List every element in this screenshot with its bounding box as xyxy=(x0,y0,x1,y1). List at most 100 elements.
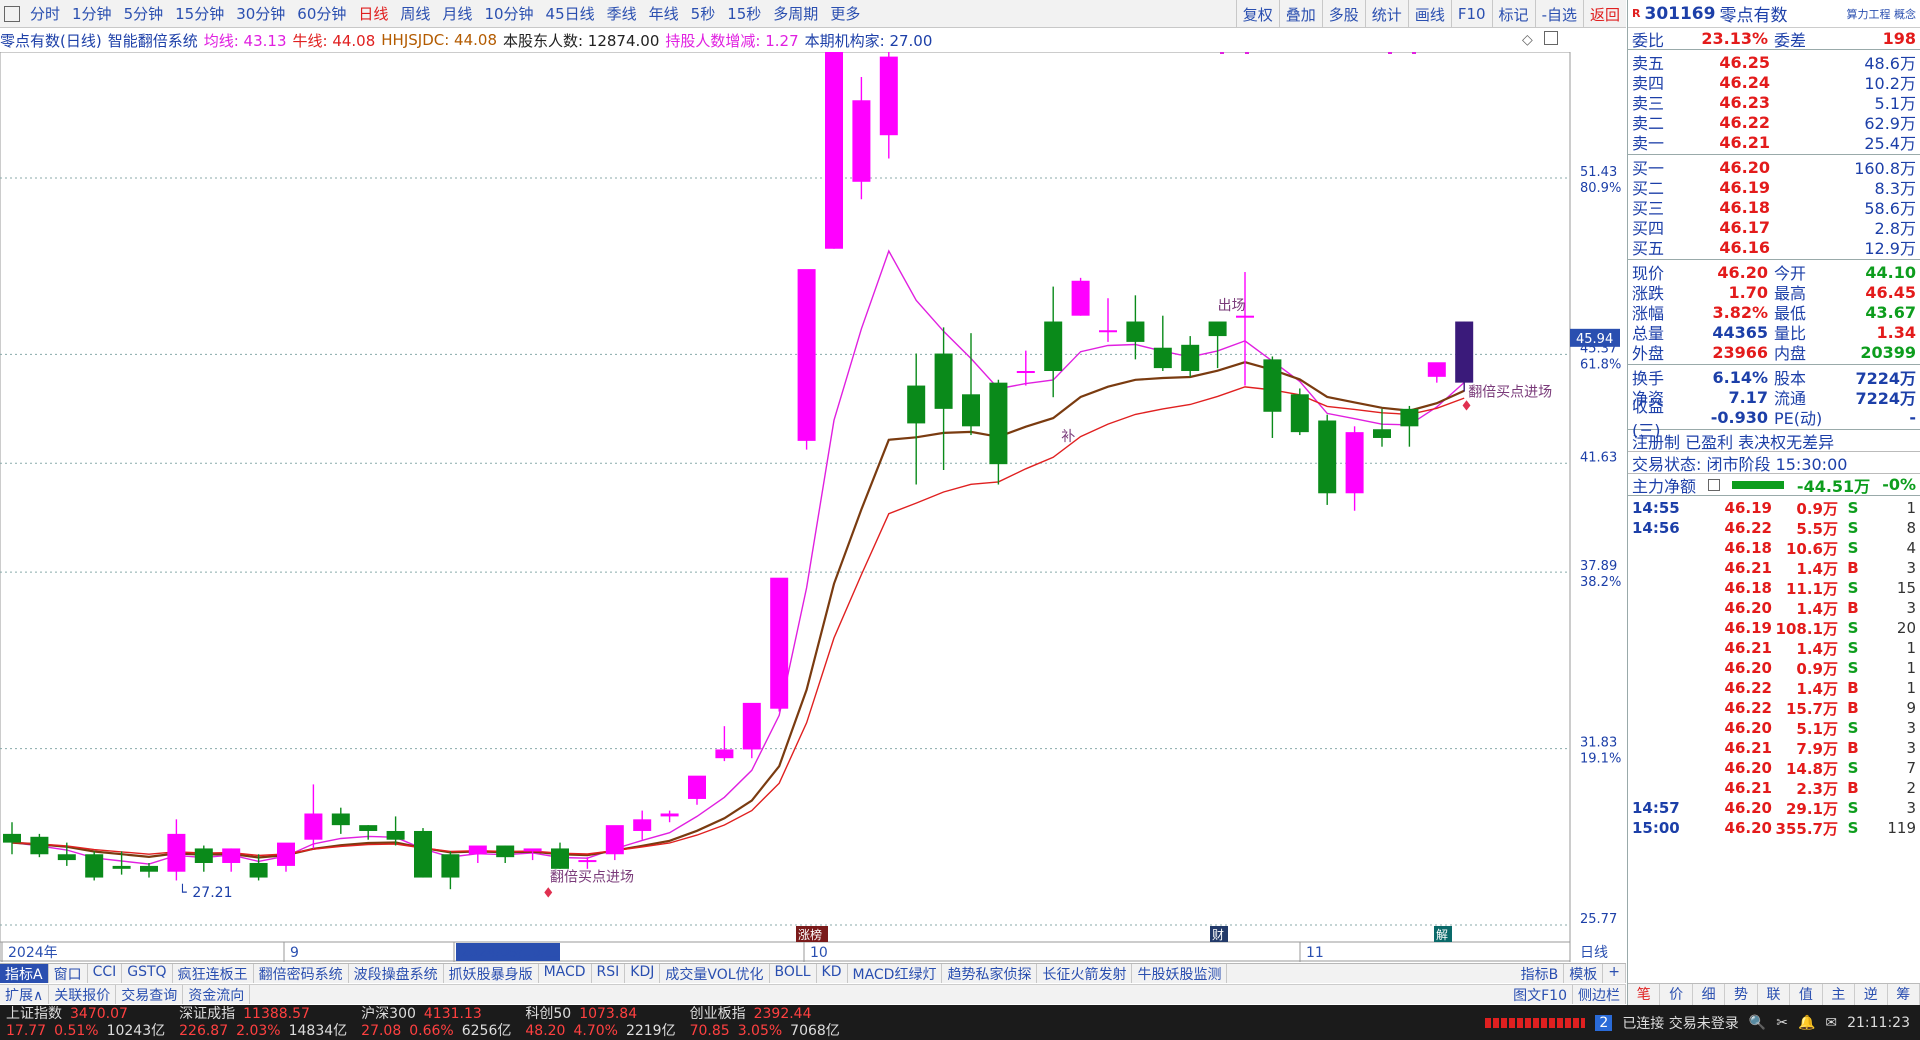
candle-body[interactable] xyxy=(934,353,953,409)
candle-body[interactable] xyxy=(414,830,432,878)
candle-body[interactable] xyxy=(194,848,213,863)
candle-body[interactable] xyxy=(30,836,49,855)
indicator-tab-3[interactable]: GSTQ xyxy=(122,964,173,983)
candle-body[interactable] xyxy=(1400,408,1419,427)
candle-body[interactable] xyxy=(605,825,624,855)
legend-stock[interactable]: 零点有数(日线) xyxy=(0,30,102,51)
period-tab-16[interactable]: 更多 xyxy=(824,3,866,24)
indicator-tab-4[interactable]: 疯狂连板王 xyxy=(173,964,254,983)
candle-body[interactable] xyxy=(962,394,980,427)
market-heat-icon[interactable] xyxy=(1485,1017,1586,1028)
candle-body[interactable] xyxy=(277,842,295,866)
candle-body[interactable] xyxy=(660,813,679,817)
toolbar-btn-0[interactable]: 复权 xyxy=(1235,0,1279,27)
legend-system[interactable]: 智能翻倍系统 xyxy=(108,30,198,51)
buys-row-1[interactable]: 买二 46.19 8.3万 xyxy=(1628,177,1920,199)
candle-body[interactable] xyxy=(57,854,76,861)
return-button[interactable]: 返回 xyxy=(1582,0,1626,27)
candle-body[interactable] xyxy=(907,385,926,424)
quote-tab-1[interactable]: 价 xyxy=(1660,984,1693,1005)
toolbar-btn-3[interactable]: 统计 xyxy=(1364,0,1408,27)
candle-body[interactable] xyxy=(1016,371,1035,374)
ext-tab-right-0[interactable]: 图文F10 xyxy=(1508,985,1573,1004)
candle-body[interactable] xyxy=(1181,344,1200,372)
candle-body[interactable] xyxy=(852,100,871,182)
panel-toggle-icon[interactable] xyxy=(1544,31,1558,45)
candle-body[interactable] xyxy=(1455,321,1474,383)
candle-body[interactable] xyxy=(1126,321,1145,342)
indicator-tab-9[interactable]: RSI xyxy=(592,964,626,983)
candle-body[interactable] xyxy=(496,845,515,858)
index-3[interactable]: 科创50 1073.84 48.20 4.70% 2219亿 xyxy=(525,1005,675,1040)
candle-body[interactable] xyxy=(359,825,378,831)
indicator-tab-right-0[interactable]: 指标B xyxy=(1516,964,1565,983)
period-tab-0[interactable]: 分时 xyxy=(24,3,66,24)
candle-body[interactable] xyxy=(85,854,104,878)
candle-body[interactable] xyxy=(1208,321,1227,337)
period-tab-3[interactable]: 15分钟 xyxy=(169,3,230,24)
candle-body[interactable] xyxy=(633,819,652,831)
index-0[interactable]: 上证指数 3470.07 17.77 0.51% 10243亿 xyxy=(6,1005,165,1040)
indicator-tab-2[interactable]: CCI xyxy=(88,964,123,983)
kline-chart[interactable]: 51.4345.3741.6337.8931.8325.7780.9%61.8%… xyxy=(0,52,1626,962)
quote-tab-8[interactable]: 筹 xyxy=(1888,984,1920,1005)
period-tab-10[interactable]: 45日线 xyxy=(540,3,601,24)
toolbar-btn-2[interactable]: 多股 xyxy=(1321,0,1365,27)
concept-links[interactable]: 算力工程 概念 xyxy=(1847,6,1917,22)
candle-body[interactable] xyxy=(825,52,843,249)
indicator-tab-13[interactable]: KD xyxy=(817,964,848,983)
toolbar-btn-1[interactable]: 叠加 xyxy=(1278,0,1322,27)
sells-row-0[interactable]: 卖五 46.25 48.6万 xyxy=(1628,52,1920,74)
candle-body[interactable] xyxy=(1099,330,1117,333)
indicator-tab-right-2[interactable]: + xyxy=(1603,964,1626,983)
candle-body[interactable] xyxy=(386,830,405,840)
quote-tab-6[interactable]: 主 xyxy=(1823,984,1856,1005)
candle-body[interactable] xyxy=(441,854,460,878)
indicator-tab-12[interactable]: BOLL xyxy=(770,964,817,983)
ext-tab-2[interactable]: 交易查询 xyxy=(116,985,184,1004)
period-tab-8[interactable]: 月线 xyxy=(436,3,478,24)
candle-body[interactable] xyxy=(1290,394,1309,433)
sells-row-1[interactable]: 卖四 46.24 10.2万 xyxy=(1628,72,1920,94)
candle-body[interactable] xyxy=(112,865,131,869)
diamond-icon[interactable]: ◇ xyxy=(1522,32,1533,48)
candle-body[interactable] xyxy=(742,702,761,750)
indicator-tab-8[interactable]: MACD xyxy=(539,964,592,983)
period-tab-13[interactable]: 5秒 xyxy=(685,3,722,24)
candle-body[interactable] xyxy=(1263,359,1282,412)
candle-body[interactable] xyxy=(989,382,1008,465)
candle-body[interactable] xyxy=(140,865,158,872)
indicator-tab-1[interactable]: 窗口 xyxy=(49,964,88,983)
period-tab-11[interactable]: 季线 xyxy=(601,3,643,24)
bell-icon[interactable]: 🔔 xyxy=(1798,1015,1815,1031)
toolbar-btn-4[interactable]: 画线 xyxy=(1407,0,1451,27)
candle-body[interactable] xyxy=(1427,362,1446,377)
candle-body[interactable] xyxy=(222,848,241,863)
quote-tab-0[interactable]: 笔 xyxy=(1628,984,1661,1005)
quote-tab-7[interactable]: 逆 xyxy=(1855,984,1888,1005)
candle-body[interactable] xyxy=(167,833,186,872)
candle-body[interactable] xyxy=(523,848,542,852)
event-badge[interactable]: 财 xyxy=(1212,928,1224,942)
buys-row-2[interactable]: 买三 46.18 58.6万 xyxy=(1628,197,1920,219)
menu-icon[interactable] xyxy=(4,5,20,22)
candle-body[interactable] xyxy=(1236,315,1254,318)
sells-row-2[interactable]: 卖三 46.23 5.1万 xyxy=(1628,92,1920,114)
period-tab-15[interactable]: 多周期 xyxy=(767,3,824,24)
buys-row-4[interactable]: 买五 46.16 12.9万 xyxy=(1628,237,1920,259)
period-tab-14[interactable]: 15秒 xyxy=(721,3,767,24)
indicator-tab-15[interactable]: 趋势私家侦探 xyxy=(942,964,1038,983)
indicator-tab-16[interactable]: 长征火箭发射 xyxy=(1037,964,1133,983)
ext-tab-0[interactable]: 扩展∧ xyxy=(0,985,50,1004)
sells-row-3[interactable]: 卖二 46.22 62.9万 xyxy=(1628,112,1920,134)
candle-body[interactable] xyxy=(3,833,21,843)
indicator-tab-17[interactable]: 牛股妖股监测 xyxy=(1132,964,1228,983)
quote-tab-2[interactable]: 细 xyxy=(1693,984,1726,1005)
candle-body[interactable] xyxy=(1071,280,1090,316)
candle-body[interactable] xyxy=(551,848,569,869)
toolbar-btn-5[interactable]: F10 xyxy=(1450,0,1492,27)
index-1[interactable]: 深证成指 11388.57 226.87 2.03% 14834亿 xyxy=(179,1005,347,1040)
candle-body[interactable] xyxy=(1318,420,1337,494)
tools-icon[interactable]: ✂ xyxy=(1776,1015,1788,1031)
candle-body[interactable] xyxy=(1373,429,1391,438)
